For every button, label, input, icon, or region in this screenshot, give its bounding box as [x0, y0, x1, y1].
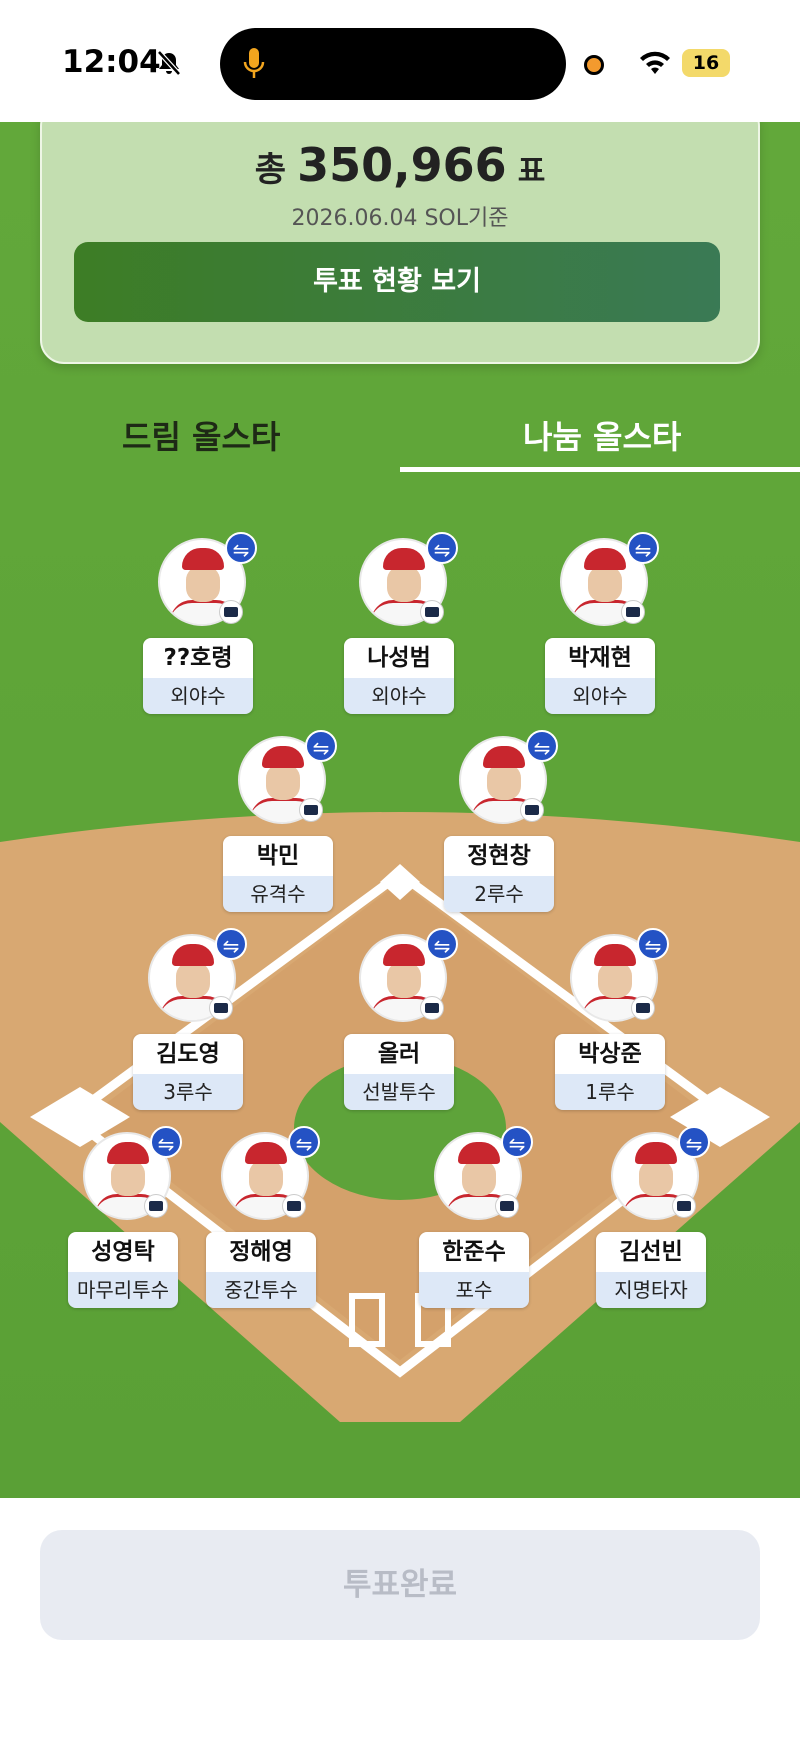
total-prefix: 총 — [254, 150, 286, 190]
active-tab-indicator — [400, 467, 800, 472]
player-name: 박재현 — [545, 638, 655, 678]
team-logo-icon — [144, 1194, 168, 1218]
player-position: 포수 — [419, 1272, 529, 1308]
player-plate: 김도영 3루수 — [133, 1034, 243, 1110]
total-votes-count: 350,966 — [297, 138, 507, 192]
swap-player-icon[interactable]: ⇋ — [637, 928, 669, 960]
player-position: 외야수 — [344, 678, 454, 714]
team-logo-icon — [420, 600, 444, 624]
bell-muted-icon — [157, 50, 181, 76]
player-name: ??호령 — [143, 638, 253, 678]
player-card[interactable]: ⇋ 김도영 3루수 — [133, 928, 247, 1124]
player-card[interactable]: ⇋ 한준수 포수 — [419, 1126, 533, 1322]
player-plate: 올러 선발투수 — [344, 1034, 454, 1110]
swap-player-icon[interactable]: ⇋ — [225, 532, 257, 564]
swap-player-icon[interactable]: ⇋ — [305, 730, 337, 762]
swap-player-icon[interactable]: ⇋ — [288, 1126, 320, 1158]
player-position: 외야수 — [143, 678, 253, 714]
player-name: 한준수 — [419, 1232, 529, 1272]
tab-nanum-allstar[interactable]: 나눔 올스타 — [523, 412, 681, 458]
team-logo-icon — [495, 1194, 519, 1218]
team-logo-icon — [209, 996, 233, 1020]
swap-player-icon[interactable]: ⇋ — [215, 928, 247, 960]
recording-indicator-icon — [584, 55, 604, 75]
player-position: 외야수 — [545, 678, 655, 714]
player-card[interactable]: ⇋ 올러 선발투수 — [344, 928, 458, 1124]
player-plate: 김선빈 지명타자 — [596, 1232, 706, 1308]
swap-player-icon[interactable]: ⇋ — [526, 730, 558, 762]
total-votes: 총 350,966 표 — [0, 138, 800, 192]
player-name: 박민 — [223, 836, 333, 876]
player-plate: 정해영 중간투수 — [206, 1232, 316, 1308]
player-card[interactable]: ⇋ ??호령 외야수 — [143, 532, 257, 728]
tab-dream-allstar[interactable]: 드림 올스타 — [122, 412, 280, 458]
player-position: 3루수 — [133, 1074, 243, 1110]
player-name: 김선빈 — [596, 1232, 706, 1272]
player-name: 나성범 — [344, 638, 454, 678]
microphone-icon — [243, 48, 265, 78]
wifi-icon — [640, 51, 670, 74]
player-card[interactable]: ⇋ 박재현 외야수 — [545, 532, 659, 728]
player-card[interactable]: ⇋ 나성범 외야수 — [344, 532, 458, 728]
vote-date: 2026.06.04 SOL기준 — [291, 206, 509, 231]
swap-player-icon[interactable]: ⇋ — [426, 532, 458, 564]
player-card[interactable]: ⇋ 김선빈 지명타자 — [596, 1126, 710, 1322]
status-bar: 12:04 16 — [0, 0, 800, 122]
player-plate: 성영탁 마무리투수 — [68, 1232, 178, 1308]
player-card[interactable]: ⇋ 정현창 2루수 — [444, 730, 558, 926]
player-position: 1루수 — [555, 1074, 665, 1110]
player-name: 정현창 — [444, 836, 554, 876]
player-plate: 박민 유격수 — [223, 836, 333, 912]
player-card[interactable]: ⇋ 박상준 1루수 — [555, 928, 669, 1124]
total-suffix: 표 — [517, 154, 546, 189]
lineup-field: 총 350,966 표 2026.06.04 SOL기준 투표 현황 보기 드림… — [0, 122, 800, 1498]
swap-player-icon[interactable]: ⇋ — [501, 1126, 533, 1158]
player-plate: 나성범 외야수 — [344, 638, 454, 714]
player-name: 올러 — [344, 1034, 454, 1074]
player-plate: 한준수 포수 — [419, 1232, 529, 1308]
player-plate: 박재현 외야수 — [545, 638, 655, 714]
view-vote-status-button[interactable]: 투표 현황 보기 — [74, 242, 720, 322]
app-screen: 12:04 16 총 350,966 표 2026.06.04 SOL기준 투표… — [0, 0, 800, 1740]
team-logo-icon — [631, 996, 655, 1020]
player-card[interactable]: ⇋ 성영탁 마무리투수 — [68, 1126, 182, 1322]
team-logo-icon — [621, 600, 645, 624]
status-time: 12:04 — [62, 44, 161, 80]
player-plate: 정현창 2루수 — [444, 836, 554, 912]
player-card[interactable]: ⇋ 박민 유격수 — [223, 730, 337, 926]
player-name: 정해영 — [206, 1232, 316, 1272]
swap-player-icon[interactable]: ⇋ — [627, 532, 659, 564]
team-logo-icon — [299, 798, 323, 822]
swap-player-icon[interactable]: ⇋ — [678, 1126, 710, 1158]
player-position: 지명타자 — [596, 1272, 706, 1308]
swap-player-icon[interactable]: ⇋ — [150, 1126, 182, 1158]
swap-player-icon[interactable]: ⇋ — [426, 928, 458, 960]
player-plate: 박상준 1루수 — [555, 1034, 665, 1110]
team-logo-icon — [672, 1194, 696, 1218]
player-name: 김도영 — [133, 1034, 243, 1074]
team-logo-icon — [520, 798, 544, 822]
player-name: 박상준 — [555, 1034, 665, 1074]
dynamic-island — [220, 28, 566, 100]
team-logo-icon — [282, 1194, 306, 1218]
team-logo-icon — [219, 600, 243, 624]
vote-complete-button[interactable]: 투표완료 — [40, 1530, 760, 1640]
player-position: 선발투수 — [344, 1074, 454, 1110]
player-position: 유격수 — [223, 876, 333, 912]
team-logo-icon — [420, 996, 444, 1020]
battery-indicator: 16 — [682, 49, 730, 77]
player-position: 마무리투수 — [68, 1272, 178, 1308]
player-position: 중간투수 — [206, 1272, 316, 1308]
player-position: 2루수 — [444, 876, 554, 912]
player-card[interactable]: ⇋ 정해영 중간투수 — [206, 1126, 320, 1322]
player-name: 성영탁 — [68, 1232, 178, 1272]
player-plate: ??호령 외야수 — [143, 638, 253, 714]
